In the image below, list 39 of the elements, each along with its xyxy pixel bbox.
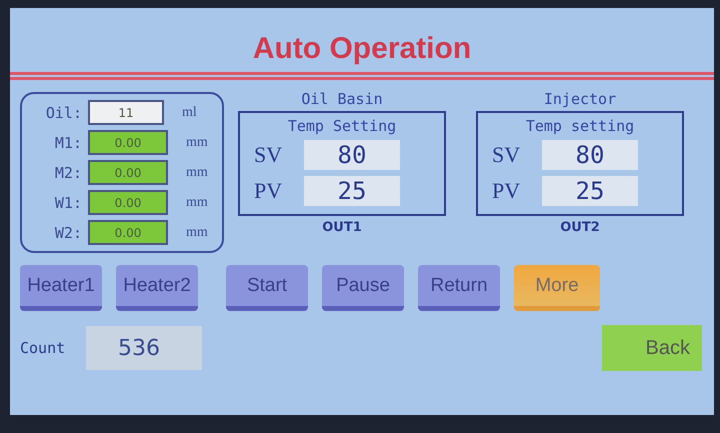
count-label: Count <box>20 339 66 357</box>
input-field[interactable]: 11 <box>88 100 164 125</box>
sv-value[interactable]: 80 <box>304 140 400 170</box>
sv-label: SV <box>254 142 284 168</box>
panel-heading: Oil Basin <box>301 92 383 107</box>
control-button[interactable]: Heater2 <box>116 265 198 311</box>
panel-heading: Temp setting <box>526 119 634 134</box>
pv-value: 25 <box>542 176 638 206</box>
reading-value: 0.00 <box>88 130 168 155</box>
reading-label: W1: <box>54 194 82 212</box>
control-button[interactable]: Return <box>418 265 500 311</box>
panel-heading: Temp Setting <box>288 119 396 134</box>
reading-label: M2: <box>54 164 82 182</box>
reading-label: W2: <box>54 224 82 242</box>
reading-label: Oil: <box>44 104 82 122</box>
pv-label: PV <box>254 178 284 204</box>
unit-label: ml <box>182 104 197 120</box>
reading-value: 0.00 <box>88 220 168 245</box>
control-button[interactable]: Start <box>226 265 308 311</box>
unit-label: mm <box>186 134 208 150</box>
unit-label: mm <box>186 194 208 210</box>
pv-label: PV <box>492 178 522 204</box>
reading-label: M1: <box>54 134 82 152</box>
unit-label: mm <box>186 164 208 180</box>
unit-label: mm <box>186 224 208 240</box>
reading-value: 0.00 <box>88 190 168 215</box>
output-label: OUT1 <box>322 220 362 235</box>
reading-value: 0.00 <box>88 160 168 185</box>
control-button[interactable]: Heater1 <box>20 265 102 311</box>
sv-value[interactable]: 80 <box>542 140 638 170</box>
count-value: 536 <box>86 326 202 370</box>
sv-label: SV <box>492 142 522 168</box>
output-label: OUT2 <box>560 220 600 235</box>
back-button[interactable]: Back <box>602 325 702 371</box>
pv-value: 25 <box>304 176 400 206</box>
control-button[interactable]: More <box>514 265 600 311</box>
panel-heading: Injector <box>544 92 616 107</box>
control-button[interactable]: Pause <box>322 265 404 311</box>
screen-title: Auto Operation <box>252 31 472 67</box>
